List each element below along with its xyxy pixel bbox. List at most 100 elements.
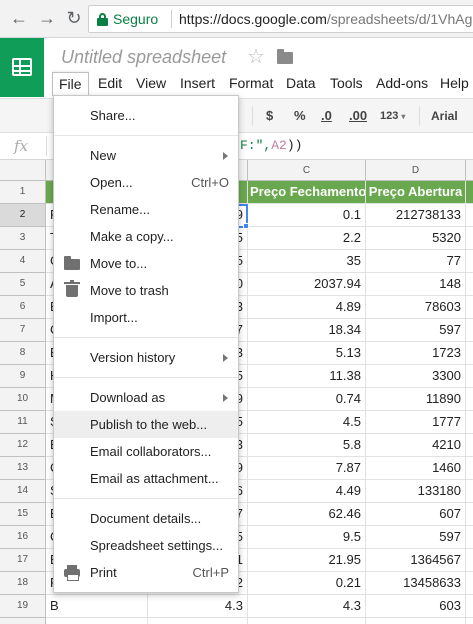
- more-formats-button[interactable]: 123 ▾: [380, 107, 405, 125]
- row-number[interactable]: 11: [0, 411, 46, 434]
- cell-c18[interactable]: 0.21: [248, 572, 366, 595]
- cell-d20[interactable]: 2363: [366, 618, 466, 624]
- increase-decimals-button[interactable]: .00: [349, 107, 367, 125]
- cell-c14[interactable]: 4.49: [248, 480, 366, 503]
- percent-button[interactable]: %: [294, 107, 306, 125]
- menu-item-open[interactable]: Open... Ctrl+O: [54, 169, 238, 196]
- menu-item-print[interactable]: Print Ctrl+P: [54, 559, 238, 586]
- menu-item-move-to-trash[interactable]: Move to trash: [54, 277, 238, 304]
- menu-edit[interactable]: Edit: [92, 72, 128, 96]
- cell-e10[interactable]: [466, 388, 473, 411]
- select-all-corner[interactable]: [0, 160, 46, 181]
- cell-d15[interactable]: 607: [366, 503, 466, 526]
- document-title[interactable]: Untitled spreadsheet: [61, 47, 226, 68]
- cell-c20[interactable]: 1.65: [248, 618, 366, 624]
- column-header-c[interactable]: C: [248, 160, 366, 181]
- cell-d6[interactable]: 78603: [366, 296, 466, 319]
- reload-icon[interactable]: ↻: [63, 7, 85, 29]
- row-number[interactable]: 9: [0, 365, 46, 388]
- column-header-e[interactable]: [466, 160, 473, 181]
- menu-item-make-copy[interactable]: Make a copy...: [54, 223, 238, 250]
- row-number[interactable]: 19: [0, 595, 46, 618]
- row-number[interactable]: 15: [0, 503, 46, 526]
- menu-format[interactable]: Format: [223, 72, 279, 96]
- cell-e8[interactable]: [466, 342, 473, 365]
- menu-item-publish[interactable]: Publish to the web...: [54, 411, 238, 438]
- row-number[interactable]: 18: [0, 572, 46, 595]
- menu-item-import[interactable]: Import...: [54, 304, 238, 331]
- menu-item-new[interactable]: New: [54, 142, 238, 169]
- menu-insert[interactable]: Insert: [174, 72, 221, 96]
- cell-c10[interactable]: 0.74: [248, 388, 366, 411]
- star-icon[interactable]: ☆: [247, 46, 265, 68]
- menu-item-document-details[interactable]: Document details...: [54, 505, 238, 532]
- cell-d18[interactable]: 13458633: [366, 572, 466, 595]
- cell-e11[interactable]: [466, 411, 473, 434]
- row-number[interactable]: 2: [0, 204, 46, 227]
- menu-item-download-as[interactable]: Download as: [54, 384, 238, 411]
- address-bar[interactable]: Seguro https://docs.google.com/spreadshe…: [88, 5, 473, 33]
- cell-c12[interactable]: 5.8: [248, 434, 366, 457]
- row-number[interactable]: 8: [0, 342, 46, 365]
- cell-c15[interactable]: 62.46: [248, 503, 366, 526]
- cell-d16[interactable]: 597: [366, 526, 466, 549]
- cell-e4[interactable]: [466, 250, 473, 273]
- cell-e6[interactable]: [466, 296, 473, 319]
- menu-help[interactable]: Help: [434, 72, 473, 96]
- cell-e20[interactable]: [466, 618, 473, 624]
- cell-d2[interactable]: 212738133: [366, 204, 466, 227]
- cell-e9[interactable]: [466, 365, 473, 388]
- cell-d5[interactable]: 148: [366, 273, 466, 296]
- cell-c16[interactable]: 9.5: [248, 526, 366, 549]
- menu-view[interactable]: View: [130, 72, 172, 96]
- cell-c7[interactable]: 18.34: [248, 319, 366, 342]
- cell-e1[interactable]: [466, 181, 473, 204]
- cell-e17[interactable]: [466, 549, 473, 572]
- row-number[interactable]: 7: [0, 319, 46, 342]
- cell-c6[interactable]: 4.89: [248, 296, 366, 319]
- menu-item-move-to[interactable]: Move to...: [54, 250, 238, 277]
- cell-d13[interactable]: 1460: [366, 457, 466, 480]
- cell-d1[interactable]: Preço Abertura: [366, 181, 466, 204]
- cell-e5[interactable]: [466, 273, 473, 296]
- cell-c19[interactable]: 4.3: [248, 595, 366, 618]
- cell-d11[interactable]: 1777: [366, 411, 466, 434]
- row-number[interactable]: 6: [0, 296, 46, 319]
- font-selector[interactable]: Arial: [431, 107, 458, 125]
- row-number[interactable]: 4: [0, 250, 46, 273]
- cell-b19[interactable]: 4.3: [148, 595, 248, 618]
- row-number[interactable]: 3: [0, 227, 46, 250]
- cell-e13[interactable]: [466, 457, 473, 480]
- currency-button[interactable]: $: [266, 107, 273, 125]
- cell-e18[interactable]: [466, 572, 473, 595]
- cell-d19[interactable]: 603: [366, 595, 466, 618]
- cell-c13[interactable]: 7.87: [248, 457, 366, 480]
- cell-e15[interactable]: [466, 503, 473, 526]
- row-number[interactable]: 1: [0, 181, 46, 204]
- cell-a19[interactable]: B: [46, 595, 148, 618]
- cell-d4[interactable]: 77: [366, 250, 466, 273]
- menu-item-email-attachment[interactable]: Email as attachment...: [54, 465, 238, 492]
- menu-data[interactable]: Data: [280, 72, 322, 96]
- row-number[interactable]: 20: [0, 618, 46, 624]
- row-number[interactable]: 5: [0, 273, 46, 296]
- cell-d14[interactable]: 133180: [366, 480, 466, 503]
- cell-d7[interactable]: 597: [366, 319, 466, 342]
- row-number[interactable]: 12: [0, 434, 46, 457]
- cell-c8[interactable]: 5.13: [248, 342, 366, 365]
- cell-e12[interactable]: [466, 434, 473, 457]
- back-arrow-icon[interactable]: ←: [8, 7, 30, 29]
- folder-icon[interactable]: [277, 49, 293, 64]
- cell-d8[interactable]: 1723: [366, 342, 466, 365]
- cell-e19[interactable]: [466, 595, 473, 618]
- row-number[interactable]: 13: [0, 457, 46, 480]
- row-number[interactable]: 10: [0, 388, 46, 411]
- cell-c3[interactable]: 2.2: [248, 227, 366, 250]
- menu-item-rename[interactable]: Rename...: [54, 196, 238, 223]
- fill-handle[interactable]: [243, 223, 249, 229]
- cell-d3[interactable]: 5320: [366, 227, 466, 250]
- cell-c4[interactable]: 35: [248, 250, 366, 273]
- cell-e3[interactable]: [466, 227, 473, 250]
- cell-d17[interactable]: 1364567: [366, 549, 466, 572]
- formula-input[interactable]: F:",A2)): [240, 138, 302, 153]
